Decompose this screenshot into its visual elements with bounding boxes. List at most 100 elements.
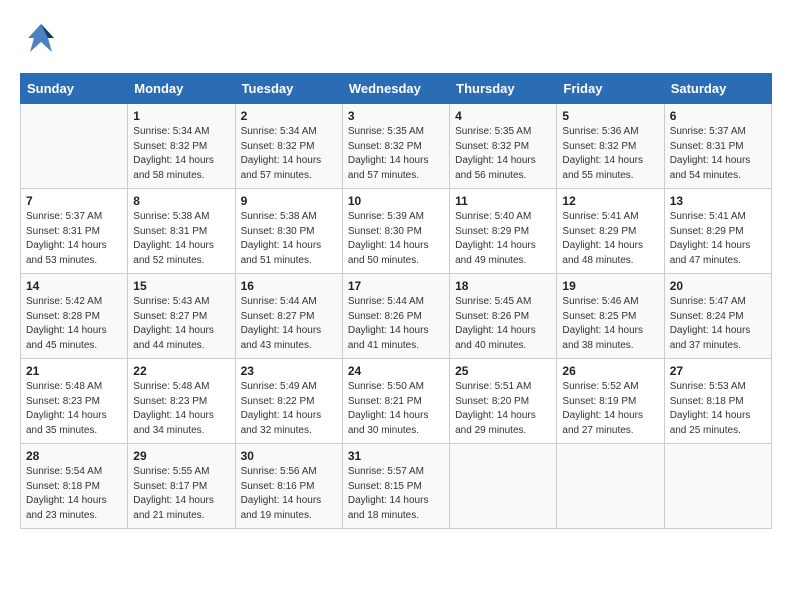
day-number: 23: [241, 364, 337, 378]
calendar-cell: 8 Sunrise: 5:38 AM Sunset: 8:31 PM Daylig…: [128, 189, 235, 274]
day-number: 11: [455, 194, 551, 208]
day-number: 9: [241, 194, 337, 208]
calendar-cell: 20Sunrise: 5:47 AM Sunset: 8:24 PM Dayli…: [664, 274, 771, 359]
calendar-cell: 30 Sunrise: 5:56 AM Sunset: 8:16 PM Dayli…: [235, 444, 342, 529]
calendar-cell: 4 Sunrise: 5:35 AM Sunset: 8:32 PM Daylig…: [450, 104, 557, 189]
day-info: Sunrise: 5:42 AM Sunset: 8:28 PM Dayligh…: [26, 295, 122, 353]
calendar-cell: 25Sunrise: 5:51 AM Sunset: 8:20 PM Dayli…: [450, 359, 557, 444]
day-info: Sunrise: 5:36 AM Sunset: 8:32 PM Dayligh…: [562, 125, 658, 183]
weekday-header: Thursday: [450, 74, 557, 104]
day-number: 12: [562, 194, 658, 208]
day-number: 30: [241, 449, 337, 463]
weekday-header: Sunday: [21, 74, 128, 104]
calendar-week-row: 7 Sunrise: 5:37 AM Sunset: 8:31 PM Daylig…: [21, 189, 772, 274]
calendar-cell: 15 Sunrise: 5:43 AM Sunset: 8:27 PM Dayli…: [128, 274, 235, 359]
calendar-cell: 19Sunrise: 5:46 AM Sunset: 8:25 PM Dayli…: [557, 274, 664, 359]
day-number: 18: [455, 279, 551, 293]
day-info: Sunrise: 5:56 AM Sunset: 8:16 PM Dayligh…: [241, 465, 337, 523]
day-info: Sunrise: 5:48 AM Sunset: 8:23 PM Dayligh…: [26, 380, 122, 438]
day-info: Sunrise: 5:35 AM Sunset: 8:32 PM Dayligh…: [455, 125, 551, 183]
day-info: Sunrise: 5:50 AM Sunset: 8:21 PM Dayligh…: [348, 380, 444, 438]
calendar-cell: 21 Sunrise: 5:48 AM Sunset: 8:23 PM Dayli…: [21, 359, 128, 444]
calendar-week-row: 28 Sunrise: 5:54 AM Sunset: 8:18 PM Dayli…: [21, 444, 772, 529]
day-number: 13: [670, 194, 766, 208]
day-number: 8: [133, 194, 229, 208]
day-info: Sunrise: 5:51 AM Sunset: 8:20 PM Dayligh…: [455, 380, 551, 438]
day-info: Sunrise: 5:38 AM Sunset: 8:31 PM Dayligh…: [133, 210, 229, 268]
calendar-week-row: 1 Sunrise: 5:34 AM Sunset: 8:32 PM Daylig…: [21, 104, 772, 189]
calendar-cell: 6Sunrise: 5:37 AM Sunset: 8:31 PM Daylig…: [664, 104, 771, 189]
day-number: 17: [348, 279, 444, 293]
calendar-cell: 11Sunrise: 5:40 AM Sunset: 8:29 PM Dayli…: [450, 189, 557, 274]
day-info: Sunrise: 5:34 AM Sunset: 8:32 PM Dayligh…: [133, 125, 229, 183]
calendar-cell: 10Sunrise: 5:39 AM Sunset: 8:30 PM Dayli…: [342, 189, 449, 274]
day-info: Sunrise: 5:37 AM Sunset: 8:31 PM Dayligh…: [26, 210, 122, 268]
calendar-cell: 16Sunrise: 5:44 AM Sunset: 8:27 PM Dayli…: [235, 274, 342, 359]
day-info: Sunrise: 5:47 AM Sunset: 8:24 PM Dayligh…: [670, 295, 766, 353]
day-info: Sunrise: 5:39 AM Sunset: 8:30 PM Dayligh…: [348, 210, 444, 268]
weekday-header: Wednesday: [342, 74, 449, 104]
weekday-header: Monday: [128, 74, 235, 104]
day-number: 2: [241, 109, 337, 123]
day-number: 28: [26, 449, 122, 463]
day-number: 21: [26, 364, 122, 378]
day-number: 27: [670, 364, 766, 378]
calendar-cell: 26 Sunrise: 5:52 AM Sunset: 8:19 PM Dayli…: [557, 359, 664, 444]
calendar-cell: 14 Sunrise: 5:42 AM Sunset: 8:28 PM Dayli…: [21, 274, 128, 359]
day-info: Sunrise: 5:44 AM Sunset: 8:26 PM Dayligh…: [348, 295, 444, 353]
day-number: 26: [562, 364, 658, 378]
day-info: Sunrise: 5:53 AM Sunset: 8:18 PM Dayligh…: [670, 380, 766, 438]
calendar-cell: 5Sunrise: 5:36 AM Sunset: 8:32 PM Daylig…: [557, 104, 664, 189]
day-number: 7: [26, 194, 122, 208]
day-number: 1: [133, 109, 229, 123]
calendar-cell: 13 Sunrise: 5:41 AM Sunset: 8:29 PM Dayli…: [664, 189, 771, 274]
day-info: Sunrise: 5:55 AM Sunset: 8:17 PM Dayligh…: [133, 465, 229, 523]
calendar-table: SundayMondayTuesdayWednesdayThursdayFrid…: [20, 73, 772, 529]
calendar-cell: 7 Sunrise: 5:37 AM Sunset: 8:31 PM Daylig…: [21, 189, 128, 274]
calendar-cell: 2 Sunrise: 5:34 AM Sunset: 8:32 PM Daylig…: [235, 104, 342, 189]
weekday-header: Saturday: [664, 74, 771, 104]
day-info: Sunrise: 5:34 AM Sunset: 8:32 PM Dayligh…: [241, 125, 337, 183]
calendar-week-row: 21 Sunrise: 5:48 AM Sunset: 8:23 PM Dayli…: [21, 359, 772, 444]
calendar-cell: 22 Sunrise: 5:48 AM Sunset: 8:23 PM Dayli…: [128, 359, 235, 444]
day-info: Sunrise: 5:38 AM Sunset: 8:30 PM Dayligh…: [241, 210, 337, 268]
day-number: 29: [133, 449, 229, 463]
page-header: [20, 20, 772, 63]
calendar-cell: 31Sunrise: 5:57 AM Sunset: 8:15 PM Dayli…: [342, 444, 449, 529]
calendar-cell: [21, 104, 128, 189]
day-info: Sunrise: 5:57 AM Sunset: 8:15 PM Dayligh…: [348, 465, 444, 523]
calendar-cell: [557, 444, 664, 529]
calendar-week-row: 14 Sunrise: 5:42 AM Sunset: 8:28 PM Dayli…: [21, 274, 772, 359]
calendar-cell: 29 Sunrise: 5:55 AM Sunset: 8:17 PM Dayli…: [128, 444, 235, 529]
calendar-cell: 12 Sunrise: 5:41 AM Sunset: 8:29 PM Dayli…: [557, 189, 664, 274]
calendar-cell: 23 Sunrise: 5:49 AM Sunset: 8:22 PM Dayli…: [235, 359, 342, 444]
calendar-cell: 28 Sunrise: 5:54 AM Sunset: 8:18 PM Dayli…: [21, 444, 128, 529]
weekday-header: Friday: [557, 74, 664, 104]
day-info: Sunrise: 5:54 AM Sunset: 8:18 PM Dayligh…: [26, 465, 122, 523]
weekday-header-row: SundayMondayTuesdayWednesdayThursdayFrid…: [21, 74, 772, 104]
logo-icon: [22, 20, 60, 63]
day-info: Sunrise: 5:35 AM Sunset: 8:32 PM Dayligh…: [348, 125, 444, 183]
calendar-cell: 18 Sunrise: 5:45 AM Sunset: 8:26 PM Dayli…: [450, 274, 557, 359]
calendar-cell: 27 Sunrise: 5:53 AM Sunset: 8:18 PM Dayli…: [664, 359, 771, 444]
day-number: 22: [133, 364, 229, 378]
calendar-cell: 17 Sunrise: 5:44 AM Sunset: 8:26 PM Dayli…: [342, 274, 449, 359]
day-info: Sunrise: 5:45 AM Sunset: 8:26 PM Dayligh…: [455, 295, 551, 353]
day-info: Sunrise: 5:43 AM Sunset: 8:27 PM Dayligh…: [133, 295, 229, 353]
day-info: Sunrise: 5:52 AM Sunset: 8:19 PM Dayligh…: [562, 380, 658, 438]
logo: [20, 20, 62, 63]
day-number: 14: [26, 279, 122, 293]
day-number: 16: [241, 279, 337, 293]
day-number: 4: [455, 109, 551, 123]
calendar-cell: 3Sunrise: 5:35 AM Sunset: 8:32 PM Daylig…: [342, 104, 449, 189]
calendar-cell: 24Sunrise: 5:50 AM Sunset: 8:21 PM Dayli…: [342, 359, 449, 444]
day-info: Sunrise: 5:48 AM Sunset: 8:23 PM Dayligh…: [133, 380, 229, 438]
calendar-cell: [450, 444, 557, 529]
day-info: Sunrise: 5:41 AM Sunset: 8:29 PM Dayligh…: [562, 210, 658, 268]
day-info: Sunrise: 5:41 AM Sunset: 8:29 PM Dayligh…: [670, 210, 766, 268]
day-info: Sunrise: 5:49 AM Sunset: 8:22 PM Dayligh…: [241, 380, 337, 438]
calendar-cell: [664, 444, 771, 529]
day-info: Sunrise: 5:37 AM Sunset: 8:31 PM Dayligh…: [670, 125, 766, 183]
calendar-cell: 9 Sunrise: 5:38 AM Sunset: 8:30 PM Daylig…: [235, 189, 342, 274]
day-number: 15: [133, 279, 229, 293]
